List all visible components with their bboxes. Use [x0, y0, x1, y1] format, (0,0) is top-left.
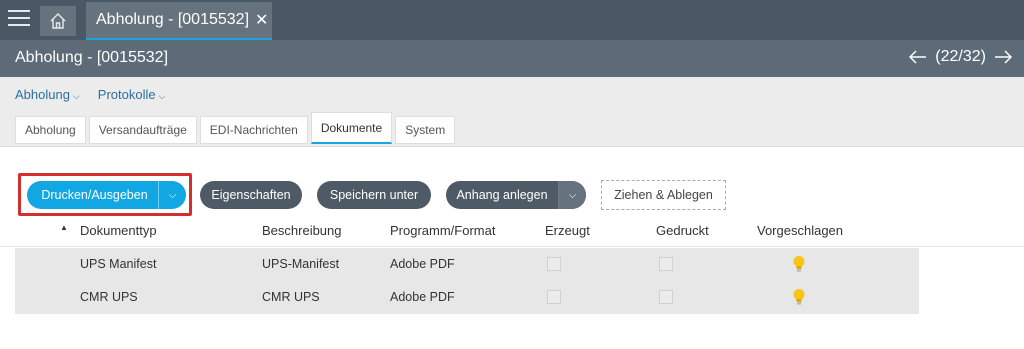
window-tab[interactable]: Abholung - [0015532] ✕	[86, 2, 272, 40]
table-header: ▲ Dokumenttyp Beschreibung Programm/Form…	[0, 223, 1024, 247]
close-icon[interactable]: ✕	[255, 10, 268, 30]
menu-icon[interactable]	[8, 10, 30, 28]
pager-position: (22/32)	[935, 48, 986, 65]
column-header-format[interactable]: Programm/Format	[390, 223, 495, 238]
drag-drop-zone[interactable]: Ziehen & Ablegen	[601, 180, 726, 210]
print-button[interactable]: Drucken/Ausgeben	[27, 188, 158, 202]
tab-abholung[interactable]: Abholung	[15, 116, 86, 144]
column-header-erzeugt[interactable]: Erzeugt	[545, 223, 590, 238]
arrow-left-icon[interactable]	[909, 50, 927, 64]
cell-beschreibung: CMR UPS	[262, 290, 320, 304]
created-checkbox[interactable]	[547, 290, 561, 304]
properties-button[interactable]: Eigenschaften	[200, 181, 302, 209]
cell-dokumenttyp: CMR UPS	[80, 290, 138, 304]
print-split-button: Drucken/Ausgeben ⌵	[27, 181, 186, 209]
printed-checkbox[interactable]	[659, 290, 673, 304]
chevron-down-icon: ⌵	[72, 91, 80, 101]
home-button[interactable]	[40, 6, 76, 36]
detail-tabs: Abholung Versandaufträge EDI-Nachrichten…	[15, 112, 456, 144]
cell-format: Adobe PDF	[390, 257, 455, 271]
top-bar: Abholung - [0015532] ✕	[0, 0, 1024, 40]
save-as-button[interactable]: Speichern unter	[317, 181, 431, 209]
cell-beschreibung: UPS-Manifest	[262, 257, 340, 271]
tab-dokumente[interactable]: Dokumente	[310, 112, 393, 144]
table-row[interactable]: UPS Manifest UPS-Manifest Adobe PDF	[15, 248, 919, 281]
lightbulb-icon	[793, 256, 805, 272]
column-header-vorgeschlagen[interactable]: Vorgeschlagen	[757, 223, 843, 238]
chevron-down-icon: ⌵	[158, 91, 166, 101]
tab-versandauftraege[interactable]: Versandaufträge	[88, 116, 197, 144]
cell-format: Adobe PDF	[390, 290, 455, 304]
tab-edi-nachrichten[interactable]: EDI-Nachrichten	[199, 116, 308, 144]
home-icon	[50, 13, 66, 29]
attach-dropdown-chevron-icon[interactable]: ⌵	[558, 181, 586, 209]
menu-abholung[interactable]: Abholung ⌵	[15, 87, 80, 102]
title-bar: Abholung - [0015532] (22/32)	[0, 40, 1024, 77]
column-header-dokumenttyp[interactable]: Dokumenttyp	[80, 223, 157, 238]
cell-dokumenttyp: UPS Manifest	[80, 257, 157, 271]
attach-button[interactable]: Anhang anlegen	[446, 188, 558, 202]
column-header-gedruckt[interactable]: Gedruckt	[656, 223, 709, 238]
record-pager: (22/32)	[909, 48, 1012, 66]
printed-checkbox[interactable]	[659, 257, 673, 271]
created-checkbox[interactable]	[547, 257, 561, 271]
lightbulb-icon	[793, 289, 805, 305]
sort-ascending-icon[interactable]: ▲	[60, 223, 68, 232]
tab-system[interactable]: System	[395, 116, 456, 144]
action-menu: Abholung ⌵ Protokolle ⌵	[15, 87, 165, 102]
attach-split-button: Anhang anlegen ⌵	[446, 181, 586, 209]
page-title: Abholung - [0015532]	[15, 49, 169, 66]
print-dropdown-chevron-icon[interactable]: ⌵	[158, 181, 186, 209]
column-header-beschreibung[interactable]: Beschreibung	[262, 223, 342, 238]
table-row[interactable]: CMR UPS CMR UPS Adobe PDF	[15, 281, 919, 314]
arrow-right-icon[interactable]	[994, 50, 1012, 64]
window-tab-title: Abholung - [0015532]	[96, 11, 250, 28]
menu-protokolle[interactable]: Protokolle ⌵	[98, 87, 166, 102]
